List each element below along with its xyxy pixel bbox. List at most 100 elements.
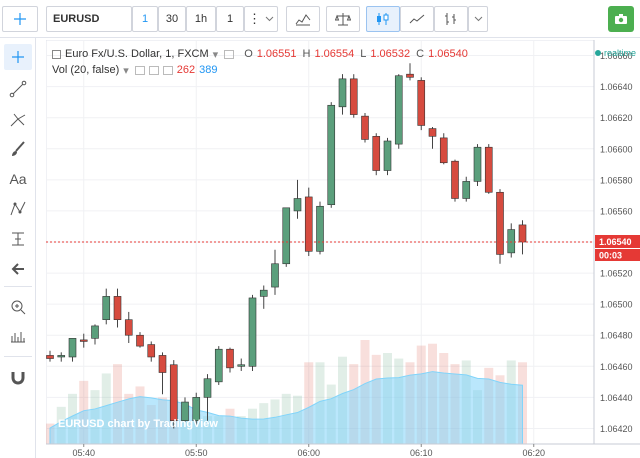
price-tick-label: 1.06620 (600, 113, 633, 123)
candle-up (293, 198, 302, 212)
interval-1m[interactable]: 1 (132, 6, 158, 32)
crosshair-icon (12, 51, 24, 63)
lock-drawings-tool[interactable] (4, 324, 32, 350)
candle-down (518, 224, 527, 243)
trendline-tool[interactable] (4, 76, 32, 102)
volume-down-value: 262 (176, 64, 196, 76)
close-label: C (416, 48, 425, 60)
time-tick-label: 06:20 (522, 448, 545, 458)
candle-down (451, 160, 459, 199)
ruler-icon (11, 332, 25, 343)
price-tick-label: 1.06440 (600, 393, 633, 403)
drawing-toolbar: Aa (0, 38, 36, 458)
candle-up (473, 146, 482, 182)
candle-down (124, 319, 133, 336)
close-icon[interactable] (162, 65, 173, 75)
chart-legend: Euro Fx/U.S. Dollar, 1, FXCM ▾ O 1.06551 … (52, 46, 468, 78)
high-value: 1.06554 (314, 48, 355, 60)
toolbar-divider (4, 286, 32, 287)
candle-down (46, 355, 54, 359)
price-tick-label: 1.06500 (600, 300, 633, 310)
price-tick-label: 1.06420 (600, 424, 633, 434)
zoom-in-icon (11, 300, 26, 315)
text-icon: Aa (9, 171, 27, 187)
candle-up (282, 207, 291, 265)
candle-up (327, 104, 336, 206)
settings-icon[interactable] (134, 65, 145, 75)
symbol-input[interactable]: EURUSD (46, 6, 132, 32)
interval-more-button[interactable]: ⋮ (244, 6, 278, 32)
interval-1h[interactable]: 1h (186, 6, 216, 32)
tradingview-widget: EURUSD 1 30 1h 1 ⋮ Aa 1.06420 1.06440 1.… (0, 0, 640, 458)
price-tick-label: 1.06480 (600, 331, 633, 341)
price-chart[interactable]: 1.06420 1.06440 1.06460 1.06480 1.06500 1.065… (46, 40, 640, 458)
candle-down (361, 115, 369, 140)
more-icon: ⋮ (248, 11, 261, 26)
dropdown-icon[interactable]: ▾ (213, 48, 219, 61)
candle-up (507, 229, 516, 254)
candle-down (496, 191, 504, 255)
chevron-down-icon (265, 16, 274, 22)
pattern-tool[interactable] (4, 196, 32, 222)
candle-up (214, 348, 223, 383)
candle-up (394, 75, 403, 145)
snapshot-button[interactable] (608, 6, 634, 32)
candle-down (147, 344, 156, 358)
candle-down (428, 128, 437, 137)
area-style-button[interactable] (400, 6, 434, 32)
zoom-tool[interactable] (4, 294, 32, 320)
series-legend: Euro Fx/U.S. Dollar, 1, FXCM ▾ O 1.06551 … (52, 46, 468, 62)
candle-up (259, 289, 268, 297)
hide-icon[interactable] (148, 65, 159, 75)
candle-down (79, 339, 88, 342)
candle-up (271, 263, 279, 288)
time-tick-label: 05:40 (72, 448, 95, 458)
time-tick-label: 06:00 (297, 448, 320, 458)
last-price-label: 1.06540 (599, 237, 632, 247)
candle-down (417, 80, 426, 126)
brush-tool[interactable] (4, 136, 32, 162)
trendline-icon (9, 80, 27, 98)
open-value: 1.06551 (256, 48, 297, 60)
crosshair-tool[interactable] (4, 44, 32, 70)
open-label: O (244, 48, 253, 60)
pitchfork-icon (10, 113, 26, 127)
text-tool[interactable]: Aa (4, 166, 32, 192)
interval-1d[interactable]: 1 (216, 6, 244, 32)
pattern-icon (10, 201, 26, 216)
candle-up (248, 297, 257, 367)
candle-up (57, 355, 66, 358)
price-tick-label: 1.06560 (600, 206, 633, 216)
candle-down (349, 78, 358, 115)
bars-style-button[interactable] (434, 6, 468, 32)
fork-tool[interactable] (4, 106, 32, 132)
candle-up (203, 378, 212, 398)
indicators-button[interactable] (286, 6, 320, 32)
volume-legend: Vol (20, false) ▾ 262 389 (52, 62, 468, 78)
measure-tool[interactable] (4, 226, 32, 252)
price-tick-label: 1.06600 (600, 144, 633, 154)
chevron-down-icon (474, 16, 482, 22)
attribution-link[interactable]: EURUSD chart by TradingView (58, 418, 218, 430)
crosshair-selector[interactable] (2, 6, 38, 32)
brush-icon (12, 141, 25, 156)
indicators-icon (295, 14, 311, 26)
realtime-status: realtime (594, 48, 636, 58)
magnet-tool[interactable] (4, 364, 32, 390)
interval-30m[interactable]: 30 (158, 6, 186, 32)
candle-down (439, 137, 448, 164)
chart-style-dropdown[interactable] (468, 6, 488, 32)
dropdown-icon[interactable]: ▾ (123, 64, 129, 77)
time-tick-label: 05:50 (185, 448, 208, 458)
candle-down (113, 296, 122, 320)
candle-up (102, 296, 111, 320)
low-value: 1.06532 (370, 48, 411, 60)
candle-up (462, 181, 471, 199)
collapse-icon[interactable] (52, 49, 61, 59)
remove-drawings-tool[interactable] (4, 256, 32, 282)
candles-style-button[interactable] (366, 6, 400, 32)
settings-icon[interactable] (224, 49, 235, 59)
price-tick-label: 1.06580 (600, 175, 633, 185)
volume-up-value: 389 (199, 64, 218, 76)
compare-button[interactable] (326, 6, 360, 32)
